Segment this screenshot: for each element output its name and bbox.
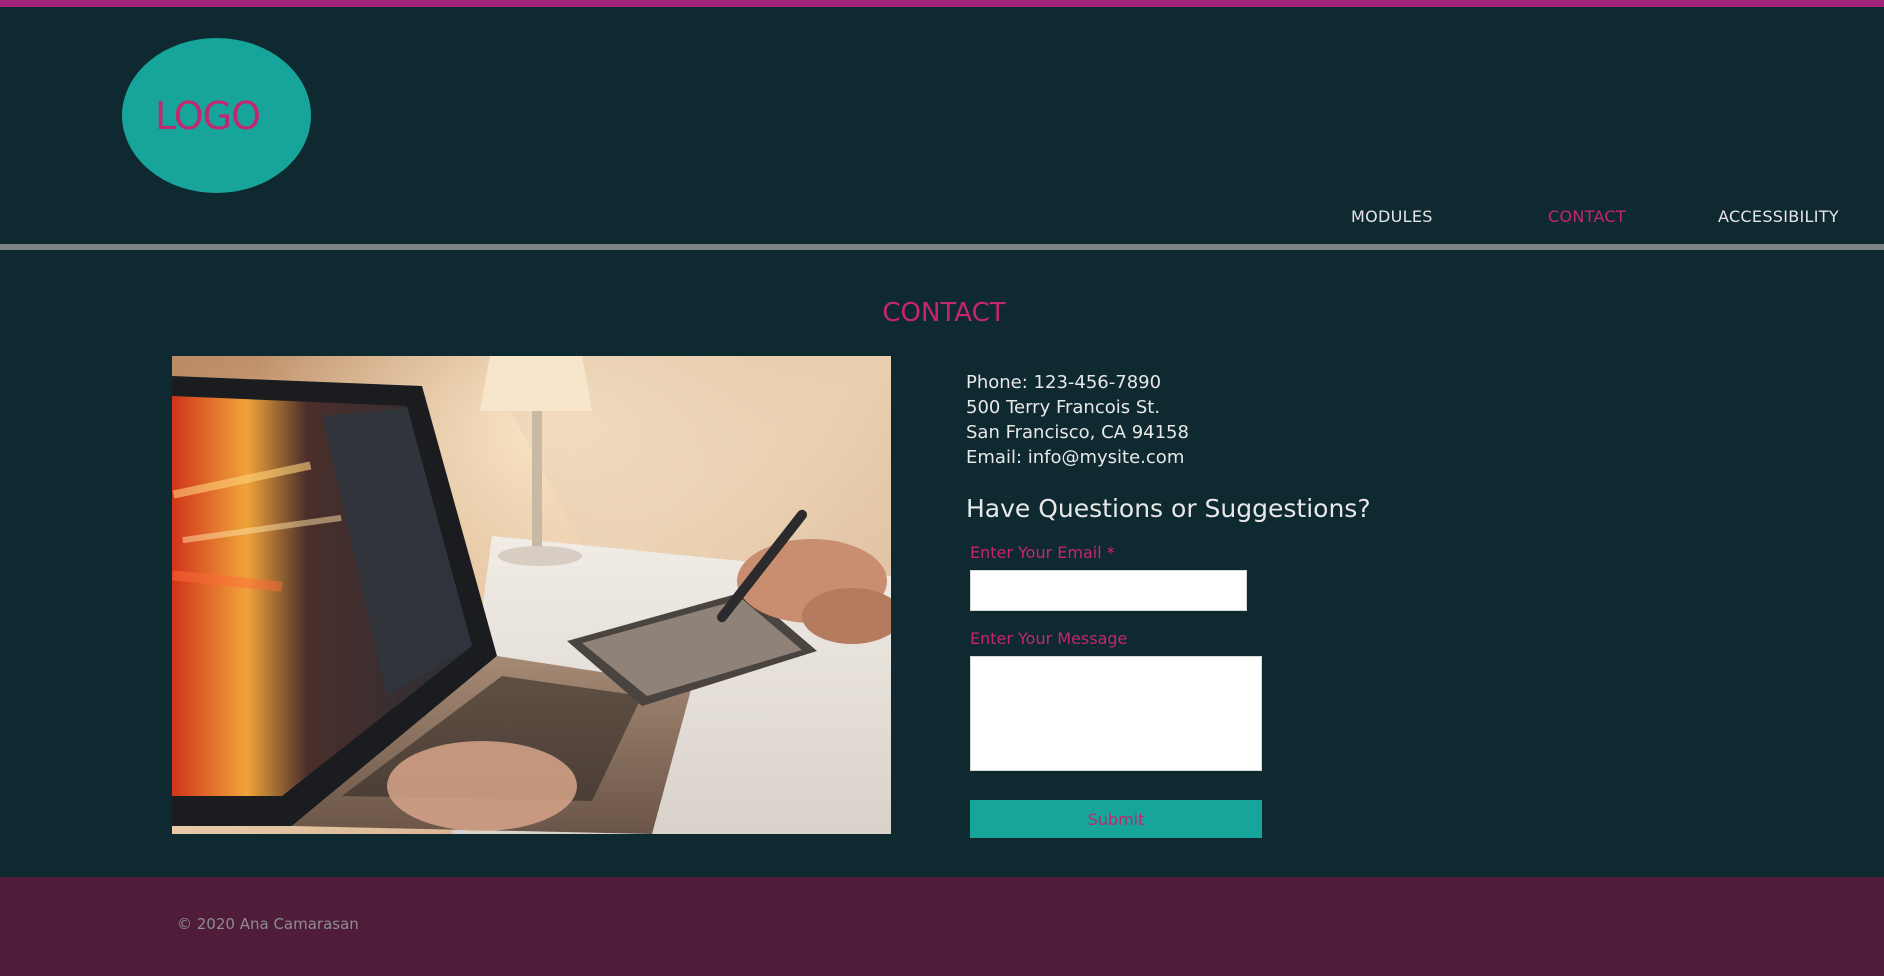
nav-item-modules[interactable]: MODULES [1351,207,1433,226]
site-logo[interactable]: LOGO [122,38,311,193]
email-field[interactable] [970,570,1247,611]
laptop-photo-illustration [172,356,891,834]
laptop-photo [172,356,891,834]
message-field[interactable] [970,656,1262,771]
contact-address-line2: San Francisco, CA 94158 [966,422,1189,443]
message-field-label: Enter Your Message [970,629,1128,648]
contact-info: Phone: 123-456-7890 500 Terry Francois S… [966,370,1189,470]
top-accent-line [0,0,1884,7]
nav-item-accessibility[interactable]: ACCESSIBILITY [1718,207,1839,226]
site-footer: © 2020 Ana Camarasan [0,877,1884,976]
email-field-label: Enter Your Email * [970,543,1115,562]
nav-item-contact[interactable]: CONTACT [1548,207,1626,226]
submit-button[interactable]: Submit [970,800,1262,838]
header-divider [0,244,1884,250]
contact-phone: Phone: 123-456-7890 [966,372,1162,393]
contact-address-line1: 500 Terry Francois St. [966,397,1161,418]
logo-text: LOGO [154,93,261,138]
site-header: LOGO MODULES CONTACT ACCESSIBILITY [0,7,1884,245]
form-heading: Have Questions or Suggestions? [966,494,1371,523]
main-nav: MODULES CONTACT ACCESSIBILITY [0,207,1884,231]
contact-email: Email: info@mysite.com [966,447,1185,468]
page-title: CONTACT [882,298,1006,328]
copyright-text: © 2020 Ana Camarasan [177,915,359,933]
